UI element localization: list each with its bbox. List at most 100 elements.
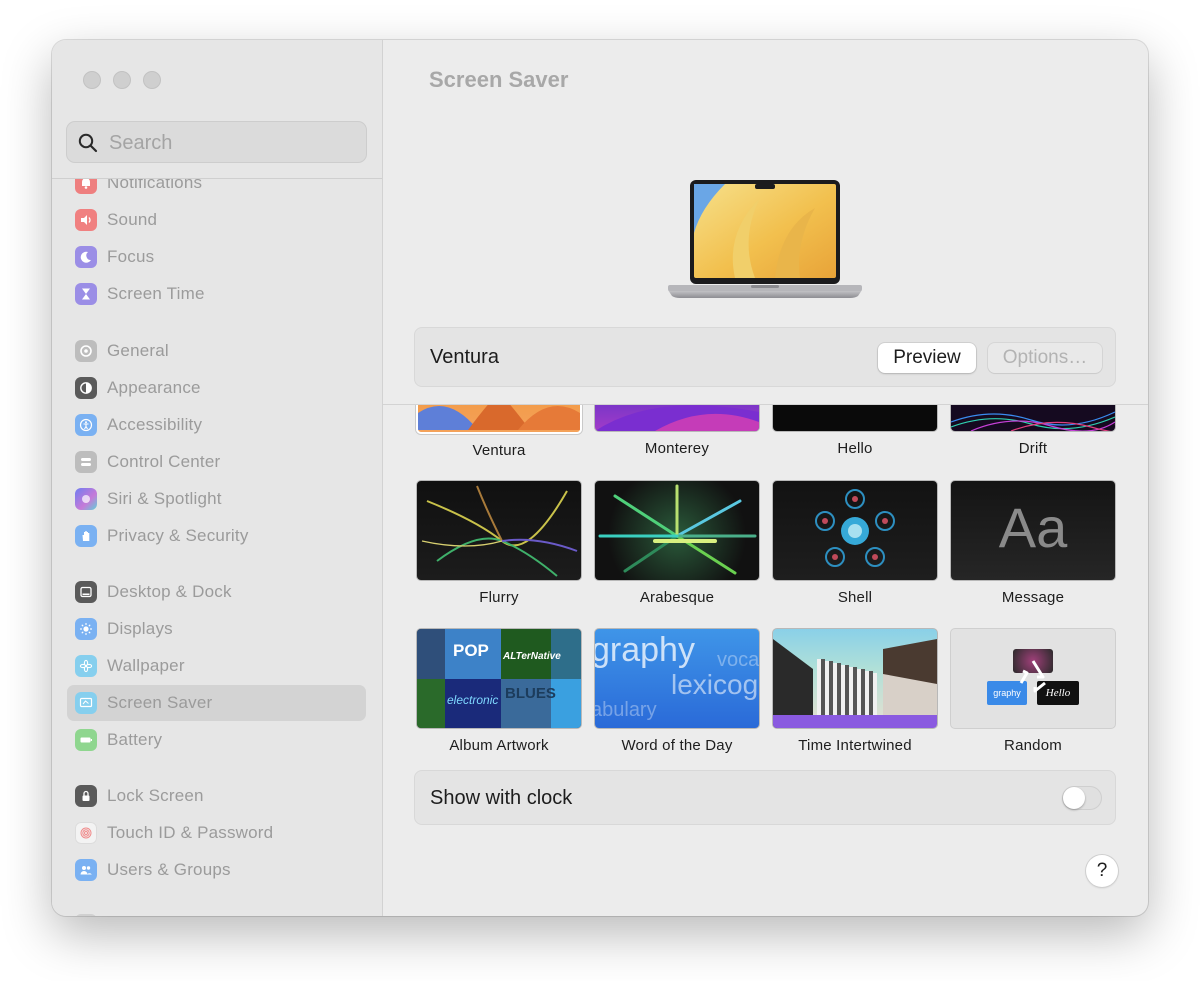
sidebar-item-appearance[interactable]: Appearance [67, 370, 366, 406]
dock-icon [75, 581, 97, 603]
sidebar-item-accessibility[interactable]: Accessibility [67, 407, 366, 443]
sidebar-item-general[interactable]: General [67, 333, 366, 369]
sidebar-item-screen-time[interactable]: Screen Time [67, 276, 366, 312]
lock-icon [75, 785, 97, 807]
sidebar-item-label: Control Center [107, 452, 221, 471]
album-word: electronic [447, 693, 499, 707]
sidebar-item-label: Wallpaper [107, 656, 185, 675]
sidebar-item-desktop-dock[interactable]: Desktop & Dock [67, 574, 366, 610]
saver-tile-shell[interactable]: Shell [772, 480, 938, 606]
saver-tile-time-intertwined[interactable]: Time Intertwined [772, 628, 938, 754]
saver-tile-ventura[interactable]: Ventura [416, 405, 582, 459]
saver-tile-album-artwork[interactable]: BLUES POP ALTerNative electronic Album A… [416, 628, 582, 754]
sun-icon [75, 618, 97, 640]
saver-label: Monterey [644, 440, 710, 457]
sidebar-item-label: Desktop & Dock [107, 582, 232, 601]
saver-label: Arabesque [639, 589, 715, 606]
saver-tile-flurry[interactable]: Flurry [416, 480, 582, 606]
saver-label: Flurry [479, 589, 519, 606]
sidebar-item-label: Accessibility [107, 415, 203, 434]
saver-label: Word of the Day [621, 737, 733, 754]
zoom-window-button[interactable] [143, 71, 161, 89]
sidebar-item-displays[interactable]: Displays [67, 611, 366, 647]
sidebar-item-label: Privacy & Security [107, 526, 249, 545]
search-field[interactable] [66, 121, 367, 163]
fingerprint-icon [75, 822, 97, 844]
message-thumb-text: Aa [998, 496, 1068, 559]
sidebar-item-label: Sound [107, 210, 158, 229]
preview-button[interactable]: Preview [878, 343, 976, 373]
sidebar-item-focus[interactable]: Focus [67, 239, 366, 275]
search-input[interactable] [107, 128, 351, 158]
shuffle-icon [1019, 660, 1046, 693]
options-button[interactable]: Options… [988, 343, 1102, 373]
sidebar-item-sound[interactable]: Sound [67, 202, 366, 238]
current-saver-name: Ventura [430, 346, 499, 368]
sidebar-item-label: Displays [107, 619, 173, 638]
sidebar-item-label: Focus [107, 247, 155, 266]
help-button[interactable]: ? [1086, 855, 1118, 887]
main-pane: Screen Saver Ventura Preview Options… Ve… [383, 40, 1148, 916]
saver-label: Message [1001, 589, 1065, 606]
arabesque-thumbnail [594, 480, 760, 581]
saver-label: Drift [1018, 440, 1048, 457]
sidebar-item-users-groups[interactable]: Users & Groups [67, 852, 366, 888]
random-thumbnail: graphy Hello [950, 628, 1116, 729]
saver-tile-arabesque[interactable]: Arabesque [594, 480, 760, 606]
sidebar-item-control-center[interactable]: Control Center [67, 444, 366, 480]
gear-icon [75, 340, 97, 362]
window-controls [83, 71, 161, 89]
word-thumb-text: graphy [594, 631, 695, 669]
saver-label: Album Artwork [449, 737, 549, 754]
sidebar-item-label: Screen Time [107, 284, 205, 303]
sidebar-item-label: Siri & Spotlight [107, 489, 222, 508]
sidebar-item-privacy-security[interactable]: Privacy & Security [67, 518, 366, 554]
flurry-thumbnail [416, 480, 582, 581]
search-icon [78, 133, 98, 153]
album-word: POP [453, 641, 489, 660]
saver-label: Shell [837, 589, 873, 606]
sidebar-item-lock-screen[interactable]: Lock Screen [67, 778, 366, 814]
sidebar-item-screen-saver[interactable]: Screen Saver [67, 685, 366, 721]
close-window-button[interactable] [83, 71, 101, 89]
hello-thumbnail [772, 405, 938, 432]
saver-tile-message[interactable]: Aa Message [950, 480, 1116, 606]
hand-icon [75, 525, 97, 547]
album-word: ALTerNative [503, 651, 561, 662]
sidebar-item-touch-id-password[interactable]: Touch ID & Password [67, 815, 366, 851]
drift-thumbnail [950, 405, 1116, 432]
sidebar-item-battery[interactable]: Battery [67, 722, 366, 758]
siri-icon [75, 488, 97, 510]
sidebar-item-label: Battery [107, 730, 163, 749]
message-thumbnail: Aa [950, 480, 1116, 581]
minimize-window-button[interactable] [113, 71, 131, 89]
word-thumb-text: abulary [594, 699, 657, 721]
hourglass-icon [75, 283, 97, 305]
saver-tile-random[interactable]: graphy Hello Random [950, 628, 1116, 754]
saver-tile-drift[interactable]: Drift [950, 405, 1116, 457]
sidebar-item-label: Appearance [107, 378, 201, 397]
saver-tile-hello[interactable]: Hello [772, 405, 938, 457]
sidebar-item-label: Touch ID & Password [107, 823, 274, 842]
saver-tile-word-of-the-day[interactable]: graphy voca lexicog abulary Word of the … [594, 628, 760, 754]
accessibility-icon [75, 414, 97, 436]
saver-tile-monterey[interactable]: Monterey [594, 405, 760, 457]
ventura-thumbnail [416, 405, 582, 434]
users-icon [75, 859, 97, 881]
screen-saver-icon [75, 692, 97, 714]
time-intertwined-thumbnail [772, 628, 938, 729]
sidebar-item-notifications[interactable]: Notifications [67, 179, 366, 201]
sidebar-item-wallpaper[interactable]: Wallpaper [67, 648, 366, 684]
appearance-icon [75, 377, 97, 399]
show-with-clock-toggle[interactable] [1062, 786, 1102, 810]
sidebar-list: Notifications Sound Focus Screen Time Ge… [52, 179, 382, 916]
sidebar-item-partial [67, 907, 366, 916]
sidebar-item-siri-spotlight[interactable]: Siri & Spotlight [67, 481, 366, 517]
current-saver-panel: Ventura Preview Options… [414, 327, 1116, 387]
flower-icon [75, 655, 97, 677]
toggle-knob [1063, 787, 1085, 809]
moon-icon [75, 246, 97, 268]
monterey-thumbnail [594, 405, 760, 432]
system-settings-window: Notifications Sound Focus Screen Time [52, 40, 1148, 916]
sidebar-item-label: Notifications [107, 179, 203, 192]
